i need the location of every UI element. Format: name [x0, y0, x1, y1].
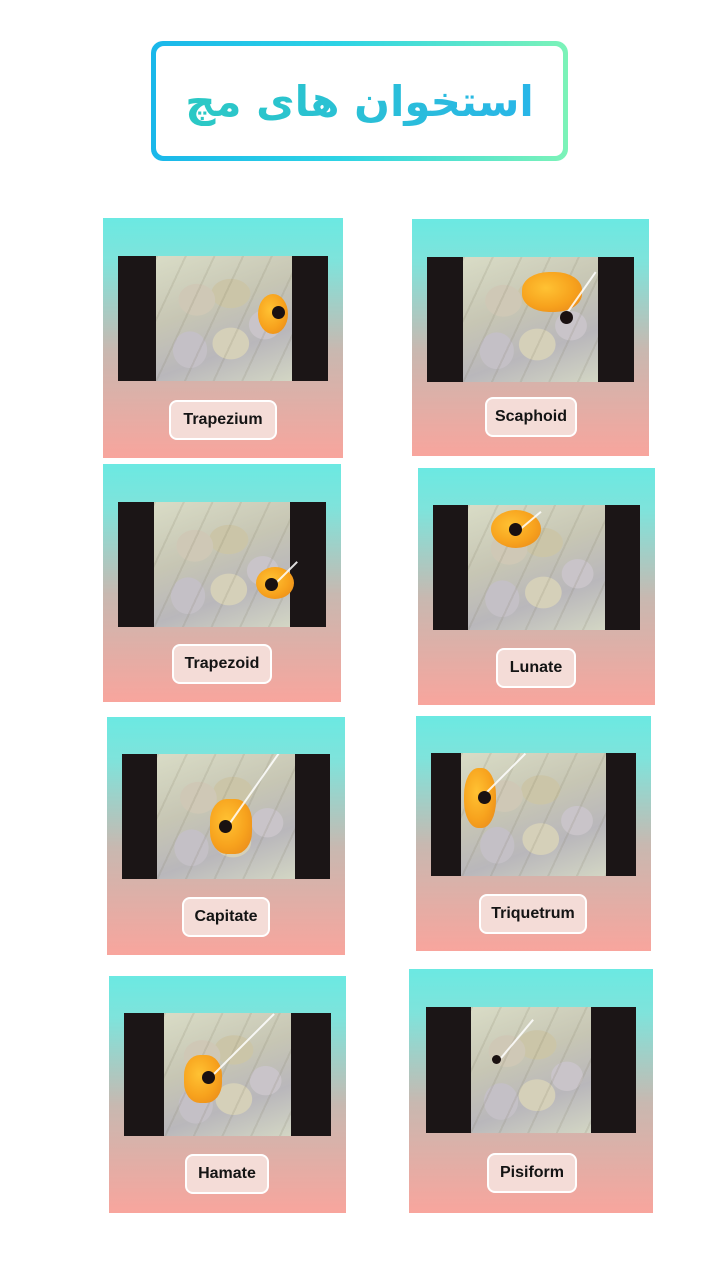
bone-card-lunate[interactable]: Lunate — [418, 468, 655, 705]
bone-card-scaphoid[interactable]: Scaphoid — [412, 219, 649, 456]
bone-label: Lunate — [496, 648, 576, 688]
bone-image — [433, 505, 640, 630]
bone-card-triquetrum[interactable]: Triquetrum — [416, 716, 651, 951]
bone-card-hamate[interactable]: Hamate — [109, 976, 346, 1213]
bone-marker-icon — [509, 523, 522, 536]
bone-image — [124, 1013, 331, 1136]
bone-label: Triquetrum — [479, 894, 587, 934]
bone-image — [118, 502, 326, 627]
bone-marker-icon — [219, 820, 232, 833]
bone-card-trapezoid[interactable]: Trapezoid — [103, 464, 341, 702]
bone-label: Pisiform — [487, 1153, 577, 1193]
bone-marker-icon — [492, 1055, 501, 1064]
bone-marker-icon — [478, 791, 491, 804]
bone-label: Trapezium — [169, 400, 277, 440]
bone-label: Trapezoid — [172, 644, 272, 684]
bone-label: Capitate — [182, 897, 270, 937]
bone-marker-icon — [265, 578, 278, 591]
bone-card-pisiform[interactable]: Pisiform — [409, 969, 653, 1213]
bone-image — [122, 754, 330, 879]
bone-image — [427, 257, 634, 382]
bone-label: Scaphoid — [485, 397, 577, 437]
bone-image — [118, 256, 328, 381]
bone-label: Hamate — [185, 1154, 269, 1194]
bone-marker-icon — [202, 1071, 215, 1084]
title-banner: استخوان های مچ — [151, 41, 568, 161]
title-banner-inner: استخوان های مچ — [156, 46, 563, 156]
bone-marker-icon — [560, 311, 573, 324]
bone-image — [426, 1007, 636, 1133]
bone-card-trapezium[interactable]: Trapezium — [103, 218, 343, 458]
page-title: استخوان های مچ — [185, 76, 534, 126]
bone-card-capitate[interactable]: Capitate — [107, 717, 345, 955]
bone-image — [431, 753, 636, 876]
bone-marker-icon — [272, 306, 285, 319]
